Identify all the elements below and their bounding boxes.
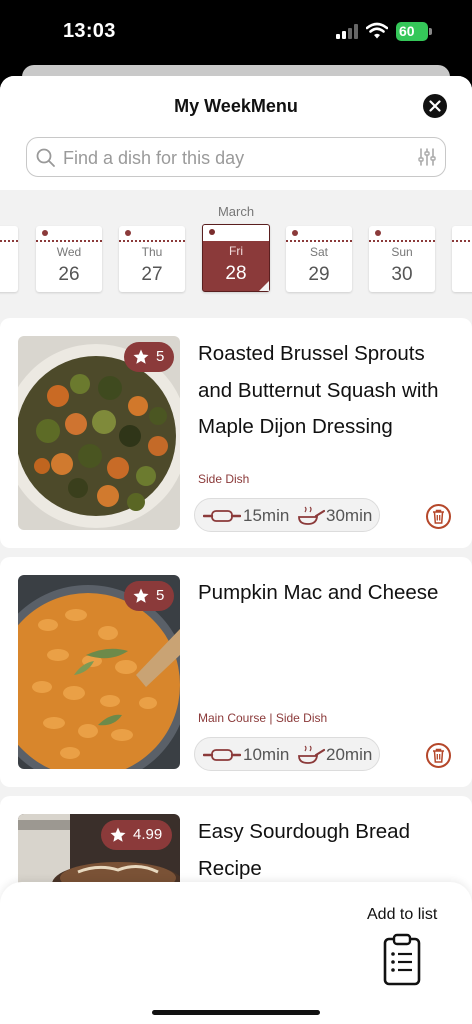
recipe-category: Main Course | Side Dish	[198, 711, 328, 725]
battery-level: 60	[399, 23, 415, 39]
recipe-title[interactable]: Easy Sourdough Bread Recipe	[198, 814, 456, 887]
rolling-pin-icon	[203, 749, 241, 761]
rating-value: 4.99	[133, 826, 163, 843]
rating-badge: 5	[124, 342, 175, 372]
day-card[interactable]: Wed 26	[36, 226, 102, 292]
day-weekday: Fri	[229, 244, 243, 258]
rating-value: 5	[156, 587, 165, 604]
battery-indicator: 60	[396, 22, 432, 41]
recipe-title[interactable]: Roasted Brussel Sprouts and Butternut Sq…	[198, 336, 456, 446]
home-indicator	[152, 1010, 320, 1015]
add-to-list-label[interactable]: Add to list	[367, 906, 437, 924]
status-bar: 13:03 60	[0, 0, 472, 64]
day-card-next[interactable]	[452, 226, 472, 292]
search-box[interactable]	[26, 137, 446, 177]
star-icon	[133, 349, 149, 364]
delete-button[interactable]	[426, 743, 451, 768]
star-icon	[133, 588, 149, 603]
bottom-bar: Add to list	[0, 882, 472, 1024]
delete-button[interactable]	[426, 504, 451, 529]
rating-value: 5	[156, 348, 165, 365]
day-card-selected[interactable]: Fri 28	[202, 224, 270, 292]
prep-time: 10min	[243, 745, 290, 764]
day-number: 26	[58, 264, 80, 285]
close-button[interactable]	[423, 94, 447, 118]
star-icon	[110, 827, 126, 842]
recipe-title[interactable]: Pumpkin Mac and Cheese	[198, 575, 456, 612]
recipe-category: Side Dish	[198, 472, 250, 486]
trash-icon	[433, 509, 444, 524]
day-number: 27	[141, 264, 163, 285]
day-weekday: Wed	[56, 245, 82, 259]
rating-badge: 5	[124, 581, 175, 611]
day-weekday: Thu	[141, 245, 163, 259]
day-card-previous[interactable]	[0, 226, 18, 292]
day-card[interactable]: Thu 27	[119, 226, 185, 292]
filter-icon[interactable]	[417, 147, 437, 167]
day-weekday: Sat	[309, 245, 328, 259]
day-weekday: Sun	[391, 245, 413, 259]
day-card[interactable]: Sat 29	[286, 226, 352, 292]
signal-icon	[336, 24, 358, 39]
search-icon	[36, 148, 55, 167]
sheet-header: My WeekMenu	[0, 76, 472, 190]
pan-icon	[298, 506, 325, 525]
month-label: March	[217, 204, 255, 219]
search-input[interactable]	[63, 146, 403, 170]
day-number: 30	[391, 264, 413, 285]
rating-badge: 4.99	[101, 820, 173, 850]
pan-icon	[298, 745, 325, 764]
cook-time: 30min	[326, 506, 373, 525]
cook-time: 20min	[326, 745, 373, 764]
date-strip: March Wed 26 Thu 27 Fri 28 Sat 29 Sun 30	[0, 190, 472, 300]
clipboard-icon[interactable]	[382, 932, 422, 986]
rolling-pin-icon	[203, 510, 241, 522]
prep-time: 15min	[243, 506, 290, 525]
day-number: 29	[308, 264, 330, 285]
trash-icon	[433, 748, 444, 763]
status-time: 13:03	[63, 20, 116, 42]
wifi-icon	[366, 22, 388, 39]
recipe-card[interactable]: 5 Roasted Brussel Sprouts and Butternut …	[0, 318, 472, 548]
recipe-card[interactable]: 5 Pumpkin Mac and Cheese Main Course | S…	[0, 557, 472, 787]
time-pill: 10min 20min	[194, 737, 380, 771]
close-icon	[429, 100, 441, 112]
day-card[interactable]: Sun 30	[369, 226, 435, 292]
page-title: My WeekMenu	[174, 96, 298, 116]
time-pill: 15min 30min	[194, 498, 380, 532]
